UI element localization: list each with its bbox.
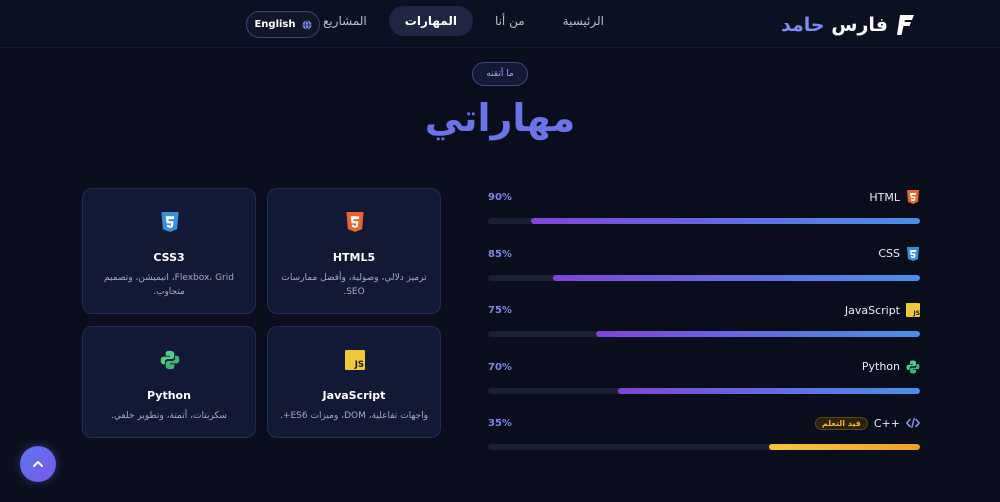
skill-row-javascript: 75% JS JavaScript <box>486 301 920 358</box>
code-icon <box>906 417 920 429</box>
card-title: HTML5 <box>332 251 376 264</box>
skill-card-html5[interactable]: HTML5 ترميز دلالي، وصولية، وأفضل ممارسات… <box>267 188 441 314</box>
skill-progress-track <box>488 444 920 450</box>
card-description: واجهات تفاعلية، DOM، وميزات ES6+. <box>280 411 428 421</box>
skill-bars: 90% HTML 85% CSS 75% JS JavaScript 70% P… <box>486 188 920 471</box>
js-icon: JS <box>906 303 920 317</box>
skill-name: HTML <box>869 190 900 204</box>
section-eyebrow: ما أتقنه <box>472 62 528 86</box>
css3-icon <box>907 246 919 261</box>
card-title: Python <box>147 389 191 402</box>
skill-percent: 75% <box>488 305 512 316</box>
globe-icon <box>302 19 312 30</box>
language-label: English <box>254 19 296 30</box>
brand-first-name: فارس <box>831 14 888 36</box>
skill-percent: 35% <box>488 418 512 429</box>
card-description: سكربتات، أتمتة، وتطوير خلفي. <box>111 411 227 421</box>
chevron-up-icon <box>33 461 43 467</box>
brand[interactable]: فارس حامد <box>781 12 916 38</box>
nav-item-home[interactable]: الرئيسية <box>547 6 620 36</box>
skill-name: CSS <box>878 247 900 260</box>
skill-progress-fill <box>531 218 920 224</box>
card-title: JavaScript <box>322 389 386 402</box>
skill-card-python[interactable]: Python سكربتات، أتمتة، وتطوير خلفي. <box>82 326 256 438</box>
skill-progress-track <box>488 387 920 394</box>
python-icon <box>160 350 180 370</box>
skill-progress-track <box>488 218 920 224</box>
language-toggle-button[interactable]: English <box>246 11 320 38</box>
scroll-to-top-button[interactable] <box>20 446 56 482</box>
skill-row-python: 70% Python <box>486 358 920 415</box>
skill-row-html: 90% HTML <box>486 188 920 245</box>
nav-item-about[interactable]: من أنا <box>479 6 541 36</box>
skill-progress-fill <box>552 274 920 281</box>
card-title: CSS3 <box>153 251 185 264</box>
skill-progress-track <box>488 274 920 281</box>
skill-percent: 85% <box>488 248 512 260</box>
html5-icon <box>907 190 919 204</box>
skill-progress-fill <box>617 387 920 394</box>
skill-name: Python <box>861 360 900 373</box>
css3-icon <box>161 212 179 232</box>
brand-name: فارس حامد <box>781 14 888 36</box>
card-description: Flexbox، Grid، انيميشن، وتصميم متجاوب. <box>104 273 234 297</box>
skill-progress-fill <box>768 444 920 450</box>
python-icon <box>906 360 920 373</box>
js-icon: JS <box>345 350 365 370</box>
skill-percent: 90% <box>488 192 512 203</box>
skill-progress-track <box>488 331 920 337</box>
learning-badge: قيد التعلم <box>814 416 868 430</box>
brand-last-name: حامد <box>781 14 825 36</box>
section-title: مهاراتي <box>424 96 576 140</box>
skill-progress-fill <box>596 331 920 337</box>
html5-icon <box>346 212 364 232</box>
skill-row-cpp: 35% C++ قيد التعلم <box>486 414 920 471</box>
svg-text:JS: JS <box>913 310 921 317</box>
card-description: ترميز دلالي، وصولية، وأفضل ممارسات SEO. <box>281 273 427 297</box>
navbar: فارس حامد الرئيسية من أنا المهارات المشا… <box>0 0 1000 48</box>
svg-text:JS: JS <box>354 360 364 370</box>
logo-icon <box>897 15 914 35</box>
skill-percent: 70% <box>488 361 512 373</box>
skill-name: JavaScript <box>844 303 900 317</box>
nav-item-skills[interactable]: المهارات <box>388 6 473 36</box>
skill-row-css: 85% CSS <box>486 245 920 302</box>
skill-card-javascript[interactable]: JS JavaScript واجهات تفاعلية، DOM، وميزا… <box>267 326 441 438</box>
skill-card-css3[interactable]: CSS3 Flexbox، Grid، انيميشن، وتصميم متجا… <box>82 188 256 314</box>
skill-name: C++ <box>873 416 900 430</box>
